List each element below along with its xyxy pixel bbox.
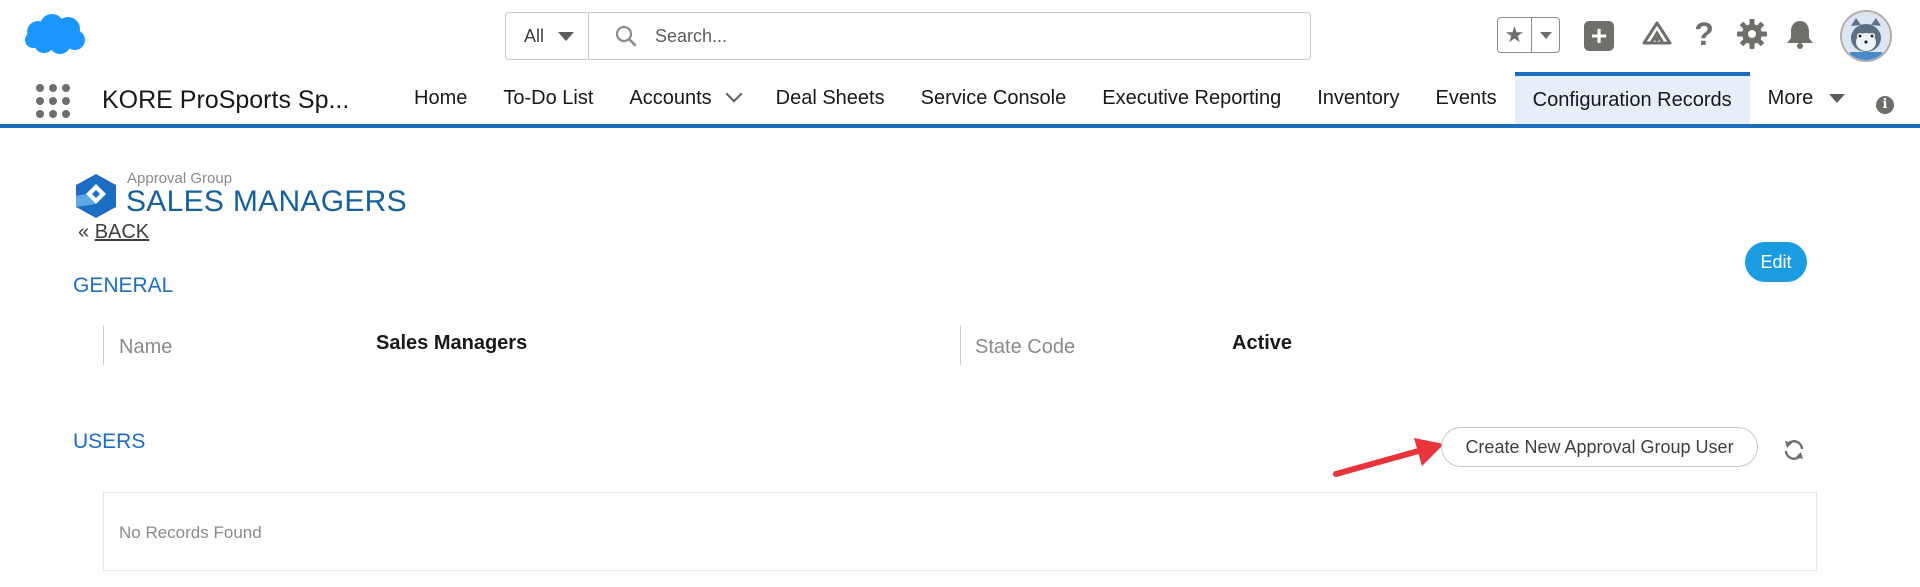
tab-inventory[interactable]: Inventory <box>1299 72 1417 124</box>
app-nav-bar: KORE ProSports Sp... Home To-Do List Acc… <box>0 72 1920 128</box>
tab-service-console[interactable]: Service Console <box>903 72 1085 124</box>
tab-deal-sheets[interactable]: Deal Sheets <box>758 72 903 124</box>
tab-label: Inventory <box>1317 86 1400 109</box>
tab-label: Configuration Records <box>1532 88 1732 111</box>
tab-label: More <box>1767 86 1814 109</box>
section-title-users: USERS <box>73 430 146 453</box>
tab-accounts[interactable]: Accounts <box>611 72 757 124</box>
tab-executive-reporting[interactable]: Executive Reporting <box>1084 72 1299 124</box>
annotation-arrow <box>1333 438 1444 477</box>
info-icon[interactable]: i <box>1876 96 1894 114</box>
tab-label: To-Do List <box>503 86 594 109</box>
caret-down-icon <box>1539 31 1552 39</box>
page-title: SALES MANAGERS <box>126 185 407 218</box>
field-divider <box>103 325 104 365</box>
salesforce-cloud-icon[interactable] <box>22 12 88 58</box>
gear-icon[interactable] <box>1735 17 1769 51</box>
trailhead-icon[interactable] <box>1640 17 1674 51</box>
tab-label: Executive Reporting <box>1102 86 1282 109</box>
search-scope-label: All <box>524 25 545 46</box>
global-search: All <box>505 12 1311 60</box>
field-label-state-code: State Code <box>975 336 1076 358</box>
global-header: All ★ + ? <box>0 0 1920 72</box>
caret-down-icon <box>558 31 575 41</box>
section-title-general: GENERAL <box>73 274 174 297</box>
app-name: KORE ProSports Sp... <box>102 86 350 114</box>
search-icon <box>615 25 637 47</box>
app-launcher-icon[interactable] <box>36 84 70 118</box>
tab-configuration-records[interactable]: Configuration Records <box>1514 72 1750 124</box>
approval-group-icon <box>76 174 116 218</box>
tab-label: Service Console <box>920 86 1067 109</box>
field-label-name: Name <box>119 336 173 358</box>
search-input[interactable] <box>655 25 1255 47</box>
search-field <box>589 13 1310 59</box>
plus-icon[interactable]: + <box>1584 21 1614 51</box>
users-related-list: No Records Found <box>103 492 1817 571</box>
tab-to-do-list[interactable]: To-Do List <box>485 72 611 124</box>
edit-button[interactable]: Edit <box>1745 242 1807 282</box>
field-value-name: Sales Managers <box>376 332 528 354</box>
chevron-down-icon[interactable] <box>725 85 743 103</box>
tab-events[interactable]: Events <box>1418 72 1515 124</box>
create-approval-group-user-button[interactable]: Create New Approval Group User <box>1441 427 1758 467</box>
favorites-button-group: ★ <box>1497 17 1560 53</box>
record-page: Approval Group SALES MANAGERS « BACK Edi… <box>0 132 1920 587</box>
user-avatar-icon <box>1842 12 1890 60</box>
nav-tabs: Home To-Do List Accounts Deal Sheets Ser… <box>396 72 1863 124</box>
tab-label: Deal Sheets <box>775 86 885 109</box>
empty-state-text: No Records Found <box>119 523 262 542</box>
avatar[interactable] <box>1840 10 1892 62</box>
back-link-row: « BACK <box>78 221 149 244</box>
star-icon[interactable]: ★ <box>1498 18 1532 52</box>
field-value-state-code: Active <box>1232 332 1293 354</box>
help-icon[interactable]: ? <box>1687 16 1721 52</box>
field-divider <box>960 325 961 365</box>
search-scope-dropdown[interactable]: All <box>506 13 589 59</box>
caret-down-icon <box>1829 93 1846 103</box>
tab-label: Events <box>1435 86 1497 109</box>
back-prefix: « <box>78 221 90 243</box>
tab-home[interactable]: Home <box>396 72 485 124</box>
tab-label: Accounts <box>629 86 712 109</box>
back-link[interactable]: BACK <box>95 221 149 243</box>
tab-label: Home <box>414 86 468 109</box>
refresh-icon[interactable] <box>1782 438 1806 462</box>
tab-more[interactable]: More <box>1750 72 1864 124</box>
favorites-dropdown-button[interactable] <box>1532 31 1559 39</box>
bell-icon[interactable] <box>1783 17 1817 51</box>
